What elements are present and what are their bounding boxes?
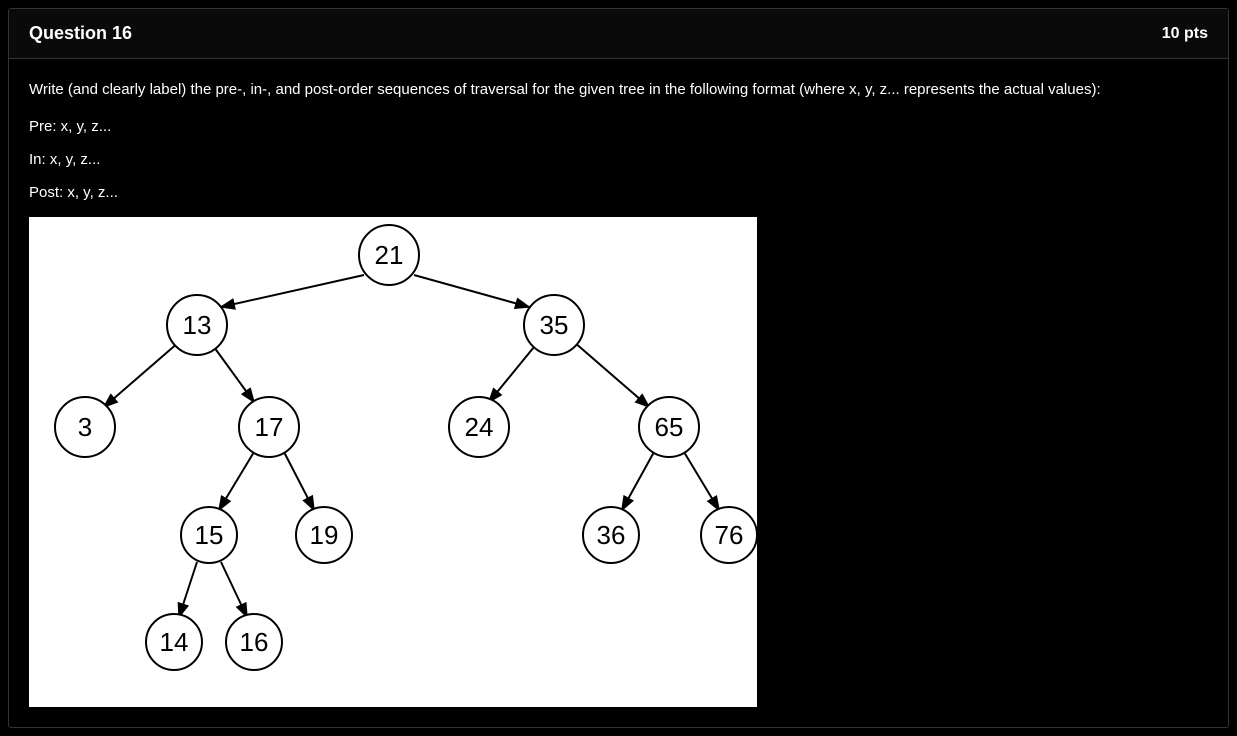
question-title: Question 16 xyxy=(29,23,132,44)
question-header: Question 16 10 pts xyxy=(9,9,1228,59)
node-14: 14 xyxy=(146,614,202,670)
node-13: 13 xyxy=(167,295,227,355)
edge-15-14 xyxy=(179,562,197,617)
edge-13-3 xyxy=(104,342,179,407)
node-21: 21 xyxy=(359,225,419,285)
svg-text:21: 21 xyxy=(375,240,404,270)
svg-text:14: 14 xyxy=(160,627,189,657)
tree-diagram: 21 13 35 3 17 xyxy=(29,217,757,707)
svg-text:65: 65 xyxy=(655,412,684,442)
svg-text:16: 16 xyxy=(240,627,269,657)
edge-21-13 xyxy=(221,275,364,307)
format-pre: Pre: x, y, z... xyxy=(29,118,1208,135)
node-17: 17 xyxy=(239,397,299,457)
svg-text:15: 15 xyxy=(195,520,224,550)
question-body: Write (and clearly label) the pre-, in-,… xyxy=(9,59,1228,727)
node-24: 24 xyxy=(449,397,509,457)
edge-21-35 xyxy=(414,275,529,307)
edge-15-16 xyxy=(221,562,247,617)
node-15: 15 xyxy=(181,507,237,563)
svg-text:3: 3 xyxy=(78,412,92,442)
question-card: Question 16 10 pts Write (and clearly la… xyxy=(8,8,1229,728)
node-65: 65 xyxy=(639,397,699,457)
node-76: 76 xyxy=(701,507,757,563)
edge-17-15 xyxy=(219,452,254,510)
format-in: In: x, y, z... xyxy=(29,151,1208,168)
svg-text:17: 17 xyxy=(255,412,284,442)
svg-text:35: 35 xyxy=(540,310,569,340)
node-35: 35 xyxy=(524,295,584,355)
svg-text:19: 19 xyxy=(310,520,339,550)
svg-text:76: 76 xyxy=(715,520,744,550)
tree-svg: 21 13 35 3 17 xyxy=(29,217,757,707)
edge-65-36 xyxy=(622,452,654,510)
question-points: 10 pts xyxy=(1162,25,1208,43)
edge-13-17 xyxy=(214,347,254,402)
instruction-text: Write (and clearly label) the pre-, in-,… xyxy=(29,79,1208,100)
edge-65-76 xyxy=(684,452,719,510)
edge-35-24 xyxy=(489,347,534,402)
node-3: 3 xyxy=(55,397,115,457)
node-16: 16 xyxy=(226,614,282,670)
svg-text:36: 36 xyxy=(597,520,626,550)
format-post: Post: x, y, z... xyxy=(29,184,1208,201)
edge-17-19 xyxy=(284,452,314,510)
edge-35-65 xyxy=(574,342,649,407)
svg-text:13: 13 xyxy=(183,310,212,340)
node-36: 36 xyxy=(583,507,639,563)
svg-text:24: 24 xyxy=(465,412,494,442)
node-19: 19 xyxy=(296,507,352,563)
